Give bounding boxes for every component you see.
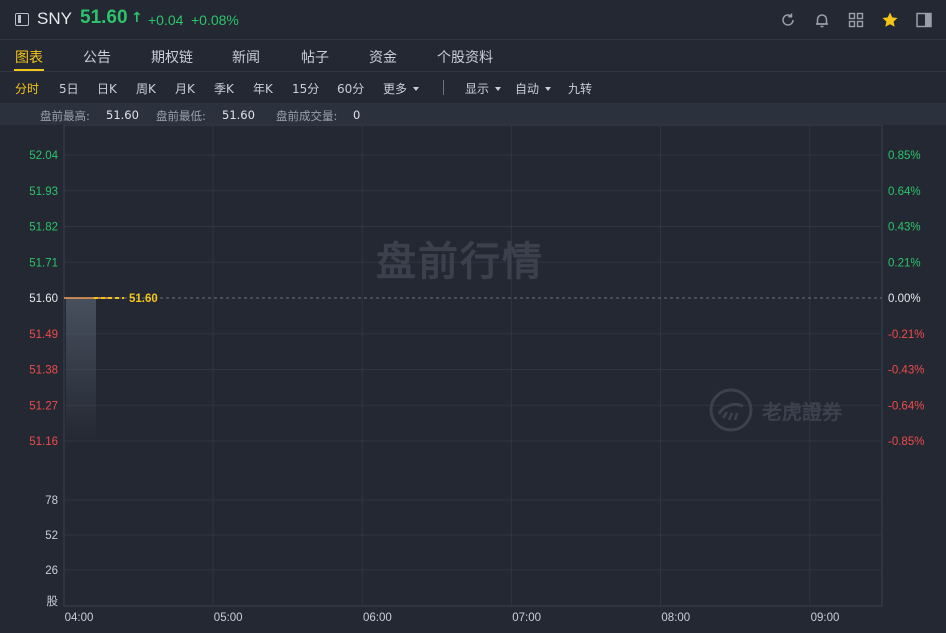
price-area [66, 298, 96, 441]
price-tick-left: 51.93 [29, 186, 58, 198]
premarket-watermark: 盘前行情 [376, 239, 544, 285]
volume-tick: 52 [45, 530, 58, 542]
logo-text: 老虎證券 [762, 400, 842, 424]
auto-label: 自动 [515, 82, 540, 96]
price-change: +0.04 [148, 12, 184, 28]
price-tick-left: 51.60 [29, 293, 58, 305]
up-arrow-icon: ↑ [131, 10, 143, 26]
price-tick-left: 51.38 [29, 365, 58, 377]
chevron-down-icon [545, 86, 552, 91]
period-yearly[interactable]: 年K [253, 80, 273, 97]
price-tick-left: 51.16 [29, 436, 58, 448]
toolbar-divider [443, 80, 444, 95]
auto-dropdown[interactable]: 自动 [515, 80, 552, 97]
percent-tick-right: 0.00% [888, 293, 921, 305]
percent-tick-right: 0.21% [888, 257, 921, 269]
refresh-icon[interactable] [779, 11, 797, 29]
period-5day[interactable]: 5日 [59, 80, 79, 97]
percent-tick-right: -0.43% [888, 365, 924, 377]
tab-option-chain[interactable]: 期权链 [151, 47, 193, 67]
ticker-symbol: SNY [37, 9, 72, 28]
tab-posts[interactable]: 帖子 [301, 47, 329, 67]
quote-header: SNY 51.60 ↑ +0.04 +0.08% [0, 0, 946, 40]
volume-tick: 26 [45, 565, 58, 577]
more-label: 更多 [383, 82, 408, 96]
tab-capital[interactable]: 资金 [369, 47, 397, 67]
period-daily[interactable]: 日K [97, 80, 117, 97]
tab-news[interactable]: 新闻 [232, 47, 260, 67]
period-60min[interactable]: 60分 [337, 80, 364, 97]
percent-tick-right: -0.85% [888, 436, 924, 448]
premarket-high-value: 51.60 [106, 108, 139, 122]
tab-announcements[interactable]: 公告 [83, 47, 111, 67]
price-tick-left: 51.27 [29, 400, 58, 412]
nine-turn-button[interactable]: 九转 [568, 80, 592, 97]
tiger-logo-icon [709, 388, 753, 432]
period-15min[interactable]: 15分 [292, 80, 319, 97]
price-tick-left: 51.49 [29, 329, 58, 341]
premarket-volume-label: 盘前成交量: [276, 109, 338, 123]
last-price-label: 51.60 [129, 293, 158, 305]
percent-tick-right: 0.43% [888, 222, 921, 234]
tab-bar: 图表 公告 期权链 新闻 帖子 资金 个股资料 [0, 41, 946, 72]
tab-profile[interactable]: 个股资料 [437, 47, 493, 67]
percent-tick-right: 0.64% [888, 186, 921, 198]
time-tick: 05:00 [214, 612, 243, 624]
more-dropdown[interactable]: 更多 [383, 80, 420, 97]
volume-tick: 78 [45, 495, 58, 507]
time-tick: 06:00 [363, 612, 392, 624]
chevron-down-icon [413, 86, 420, 91]
active-tab-indicator [14, 69, 44, 71]
percent-tick-right: 0.85% [888, 150, 921, 162]
panel-toggle-icon[interactable] [15, 13, 29, 26]
sidebar-icon[interactable] [915, 11, 933, 29]
last-price: 51.60 [80, 7, 128, 28]
intraday-chart[interactable]: 52.04 0.85% 51.93 0.64% 51.82 0.43% 51.71 0.21%… [0, 125, 946, 633]
plot-border [63, 125, 883, 607]
bell-icon[interactable] [813, 11, 831, 29]
display-label: 显示 [465, 82, 490, 96]
time-tick: 04:00 [65, 612, 94, 624]
price-tick-left: 51.71 [29, 257, 58, 269]
period-intraday[interactable]: 分时 [15, 80, 39, 97]
time-tick: 09:00 [811, 612, 840, 624]
period-toolbar: 分时 5日 日K 周K 月K 季K 年K 15分 60分 更多 显示 自动 九转 [0, 72, 946, 102]
period-quarterly[interactable]: 季K [214, 80, 234, 97]
price-tick-left: 51.82 [29, 222, 58, 234]
display-dropdown[interactable]: 显示 [465, 80, 502, 97]
chevron-down-icon [495, 86, 502, 91]
time-tick: 07:00 [512, 612, 541, 624]
price-change-percent: +0.08% [191, 12, 239, 28]
period-monthly[interactable]: 月K [175, 80, 195, 97]
price-tick-left: 52.04 [29, 150, 58, 162]
period-weekly[interactable]: 周K [136, 80, 156, 97]
premarket-low-value: 51.60 [222, 108, 255, 122]
star-icon[interactable] [881, 11, 899, 29]
premarket-low-label: 盘前最低: [156, 109, 206, 123]
percent-tick-right: -0.64% [888, 400, 924, 412]
premarket-volume-value: 0 [353, 108, 361, 122]
premarket-high-label: 盘前最高: [40, 109, 90, 123]
volume-tick: 股 [47, 595, 59, 608]
premarket-info-bar: 盘前最高: 51.60 盘前最低: 51.60 盘前成交量: 0 [0, 103, 946, 125]
percent-tick-right: -0.21% [888, 329, 924, 341]
time-tick: 08:00 [661, 612, 690, 624]
tab-chart[interactable]: 图表 [15, 47, 43, 67]
grid-icon[interactable] [847, 11, 865, 29]
